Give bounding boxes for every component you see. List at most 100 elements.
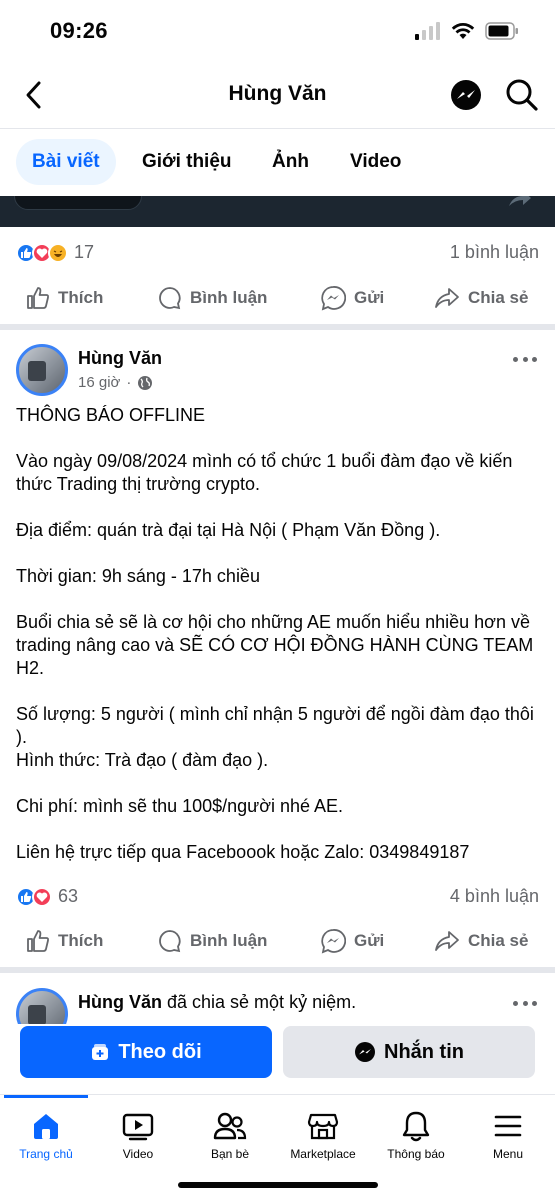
top-nav-bar: Hùng Văn [0,62,555,128]
status-icons [415,22,519,40]
messenger-button[interactable] [449,78,483,112]
post-line: Số lượng: 5 người ( mình chỉ nhận 5 ngườ… [16,704,534,747]
comment-label: Bình luận [190,288,268,307]
follow-button[interactable]: Theo dõi [20,1026,272,1078]
send-label: Gửi [354,288,385,307]
tab-posts[interactable]: Bài viết [16,139,116,185]
status-bar: 09:26 [0,0,555,62]
comment-bubble-icon [159,287,181,310]
status-time: 09:26 [50,18,108,43]
post-author[interactable]: Hùng Văn [78,348,162,369]
next-post-action: đã chia sẻ một kỷ niệm. [162,992,357,1012]
nav-menu-label: Menu [492,1147,524,1161]
home-indicator [178,1182,378,1188]
nav-marketplace-label: Marketplace [290,1147,356,1161]
next-post-author[interactable]: Hùng Văn [78,992,162,1012]
comment-count[interactable]: 1 bình luận [450,242,539,263]
send-button[interactable]: Gửi [320,273,384,323]
post-header: Hùng Văn 16 giờ · [0,342,555,402]
message-button[interactable]: Nhắn tin [283,1026,535,1078]
nav-menu[interactable]: Menu [458,1109,555,1161]
next-post-header: Hùng Văn đã chia sẻ một kỷ niệm. [0,984,555,1024]
previous-post-media[interactable] [0,196,555,227]
previous-post-stats: 17 1 bình luận [0,228,555,278]
tab-videos[interactable]: Video [334,139,417,185]
nav-home[interactable]: Trang chủ [0,1109,96,1161]
like-label: Thích [58,931,104,950]
more-options-button[interactable] [513,352,537,366]
nav-notifications-label: Thông báo [387,1147,445,1161]
reaction-summary[interactable]: 17 [16,242,94,263]
search-button[interactable] [505,78,541,114]
nav-video-label: Video [122,1147,154,1161]
nav-notifications[interactable]: Thông báo [366,1109,466,1161]
avatar[interactable] [16,344,68,396]
post-line: Buổi chia sẻ sẽ là cơ hội cho những AE m… [16,612,534,678]
cellular-signal-icon [415,22,440,40]
comment-button[interactable]: Bình luận [158,916,267,966]
more-options-button[interactable] [513,996,537,1010]
post-time[interactable]: 16 giờ [78,374,120,391]
nav-marketplace[interactable]: Marketplace [273,1109,373,1161]
nav-friends-label: Bạn bè [210,1147,250,1161]
send-button[interactable]: Gửi [320,916,384,966]
share-button[interactable]: Chia sẻ [434,916,528,966]
post-text: THÔNG BÁO OFFLINE Vào ngày 09/08/2024 mì… [16,404,541,864]
post-line: Hình thức: Trà đạo ( đàm đạo ). [16,750,269,770]
previous-post-actions: Thích Bình luận Gửi Chia sẻ [0,273,555,323]
comment-count[interactable]: 4 bình luận [450,886,539,907]
search-icon [506,79,538,111]
post-line: Địa điểm: quán trà đại tại Hà Nội ( Phạm… [16,520,441,540]
follow-icon [92,1044,109,1060]
comment-button[interactable]: Bình luận [158,273,267,323]
post-actions: Thích Bình luận Gửi Chia sẻ [0,916,555,966]
like-button[interactable]: Thích [26,916,103,966]
bell-icon [402,1111,430,1142]
friends-icon [213,1112,247,1140]
messenger-icon [451,80,481,110]
messenger-outline-icon [321,929,346,954]
share-button[interactable]: Chia sẻ [434,273,528,323]
thumbs-up-icon [27,930,49,952]
post-meta: 16 giờ · [78,374,153,391]
messenger-icon [355,1042,375,1062]
like-label: Thích [58,288,104,307]
menu-icon [494,1115,522,1137]
tab-photos[interactable]: Ảnh [256,139,325,185]
share-arrow-icon [509,196,531,206]
message-label: Nhắn tin [384,1040,464,1063]
post-stats: 63 4 bình luận [0,872,555,922]
nav-home-label: Trang chủ [19,1147,73,1161]
post-line: Chi phí: mình sẽ thu 100$/người nhé AE. [16,796,344,816]
comment-bubble-icon [159,930,181,953]
reaction-summary[interactable]: 63 [16,886,78,907]
post-line: Vào ngày 09/08/2024 mình có tổ chức 1 bu… [16,451,513,494]
active-tab-indicator [4,1095,88,1098]
globe-icon [138,375,153,390]
post-line: Liên hệ trực tiếp qua Faceboook hoặc Zal… [16,842,470,862]
wifi-icon [451,23,475,39]
comment-label: Bình luận [190,931,268,950]
share-icon [435,931,459,951]
like-button[interactable]: Thích [26,273,103,323]
profile-tabs: Bài viết Giới thiệu Ảnh Video [0,128,555,196]
share-icon [435,288,459,308]
haha-reaction-icon [48,242,68,263]
avatar[interactable] [16,988,68,1024]
nav-friends[interactable]: Bạn bè [180,1109,280,1161]
share-label: Chia sẻ [468,931,529,950]
reaction-count: 63 [58,886,79,906]
post-line: Thời gian: 9h sáng - 17h chiều [16,566,260,586]
send-label: Gửi [354,931,385,950]
marketplace-icon [307,1113,339,1140]
follow-label: Theo dõi [118,1040,202,1063]
reaction-count: 17 [74,242,95,262]
media-overlay-pill [14,196,142,210]
battery-icon [485,22,518,40]
home-icon [34,1114,58,1139]
nav-video[interactable]: Video [88,1109,188,1161]
tab-about[interactable]: Giới thiệu [126,139,248,185]
video-icon [122,1113,154,1141]
messenger-outline-icon [321,286,346,311]
share-label: Chia sẻ [468,288,529,307]
